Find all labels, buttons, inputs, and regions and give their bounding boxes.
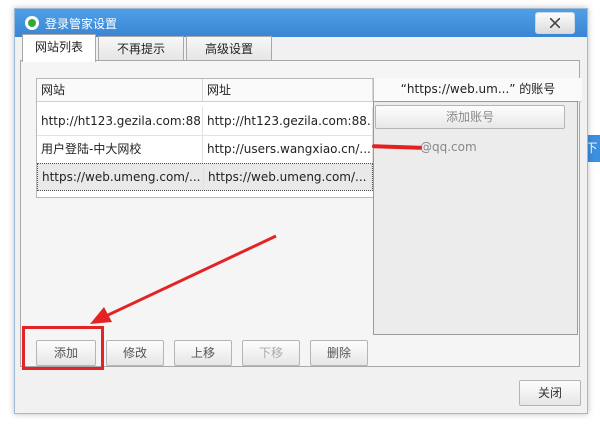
tab-site-list[interactable]: 网站列表 (22, 34, 96, 62)
annotation-arrow-icon (90, 234, 277, 324)
close-button[interactable]: 关闭 (519, 380, 581, 406)
